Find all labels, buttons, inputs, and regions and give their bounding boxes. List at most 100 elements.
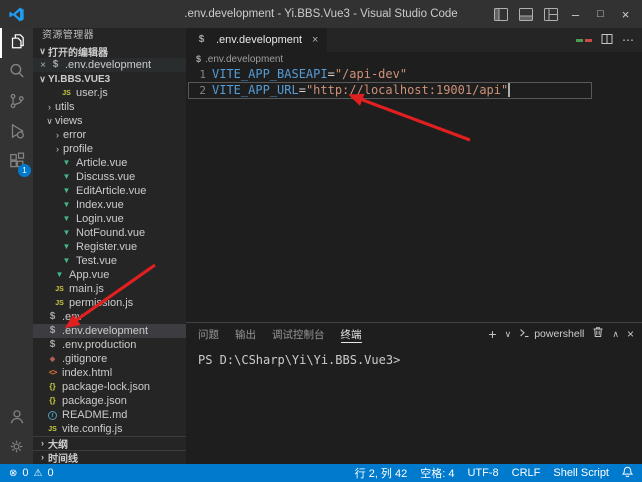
maximize-button[interactable]: □ bbox=[588, 2, 613, 26]
tab-label: .env.development bbox=[216, 34, 302, 46]
activity-run-debug-button[interactable] bbox=[0, 118, 33, 148]
warnings-count[interactable]: 0 bbox=[47, 467, 53, 479]
close-icon[interactable]: × bbox=[37, 60, 49, 71]
tree-item-App.vue[interactable]: ▼App.vue bbox=[33, 268, 186, 282]
tree-item-label: .gitignore bbox=[62, 353, 107, 365]
title-bar: .env.development - Yi.BBS.Vue3 - Visual … bbox=[0, 0, 642, 28]
tree-item-EditArticle.vue[interactable]: ▼EditArticle.vue bbox=[33, 184, 186, 198]
encoding[interactable]: UTF-8 bbox=[467, 467, 498, 479]
terminal-instance-label: powershell bbox=[534, 328, 584, 340]
explorer-sidebar: 资源管理器 ∨ 打开的编辑器 × $ .env.development ∨ YI… bbox=[33, 28, 186, 464]
open-editor-item[interactable]: × $ .env.development bbox=[33, 58, 186, 72]
toggle-panel-icon[interactable] bbox=[513, 2, 538, 26]
tree-item-label: views bbox=[55, 115, 83, 127]
tree-item-vite.config.js[interactable]: JSvite.config.js bbox=[33, 422, 186, 436]
activity-search-button[interactable] bbox=[0, 58, 33, 88]
account-button[interactable] bbox=[0, 404, 33, 434]
bottom-panel: 问题 输出 调试控制台 终端 + ∨ powershell bbox=[186, 322, 642, 464]
tree-item-.env.production[interactable]: $.env.production bbox=[33, 338, 186, 352]
tree-item-Login.vue[interactable]: ▼Login.vue bbox=[33, 212, 186, 226]
close-panel-icon[interactable]: × bbox=[627, 328, 634, 340]
tree-item-NotFound.vue[interactable]: ▼NotFound.vue bbox=[33, 226, 186, 240]
chevron-down-icon[interactable]: ∨ bbox=[505, 330, 512, 339]
activity-extensions-button[interactable]: 1 bbox=[0, 148, 33, 178]
terminal-instance-item[interactable]: powershell bbox=[519, 328, 584, 341]
tree-item-Register.vue[interactable]: ▼Register.vue bbox=[33, 240, 186, 254]
tree-item-.env[interactable]: $.env bbox=[33, 310, 186, 324]
split-editor-icon[interactable] bbox=[601, 33, 613, 48]
code-editor[interactable]: 1 VITE_APP_BASEAPI="/api-dev" 2 VITE_APP… bbox=[186, 66, 642, 322]
open-editors-header[interactable]: ∨ 打开的编辑器 bbox=[33, 44, 186, 58]
vue-icon: ▼ bbox=[60, 215, 73, 223]
line-number: 2 bbox=[186, 84, 206, 97]
new-terminal-icon[interactable]: + bbox=[488, 327, 496, 341]
tree-item-.env.development[interactable]: $.env.development bbox=[33, 324, 186, 338]
code-line[interactable]: 1 VITE_APP_BASEAPI="/api-dev" bbox=[186, 66, 642, 82]
panel-tab-terminal[interactable]: 终端 bbox=[341, 323, 362, 345]
terminal-prompt: PS D:\CSharp\Yi\Yi.BBS.Vue3> bbox=[198, 353, 400, 367]
files-icon bbox=[8, 32, 26, 55]
tree-item-Test.vue[interactable]: ▼Test.vue bbox=[33, 254, 186, 268]
tree-item-.gitignore[interactable]: ◆.gitignore bbox=[33, 352, 186, 366]
panel-tab-output[interactable]: 输出 bbox=[235, 323, 256, 345]
minimize-button[interactable]: – bbox=[563, 2, 588, 26]
status-bar: ⊗ 0 ⚠ 0 行 2, 列 42 空格: 4 UTF-8 CRLF Shell… bbox=[0, 464, 642, 482]
tree-item-main.js[interactable]: JSmain.js bbox=[33, 282, 186, 296]
tree-item-package.json[interactable]: {}package.json bbox=[33, 394, 186, 408]
close-window-button[interactable]: × bbox=[613, 2, 638, 26]
panel-tab-debug-console[interactable]: 调试控制台 bbox=[272, 323, 325, 345]
maximize-panel-icon[interactable]: ∧ bbox=[612, 330, 619, 339]
shell-icon: $ bbox=[195, 35, 208, 45]
js-icon: JS bbox=[53, 286, 66, 293]
tree-item-label: main.js bbox=[69, 283, 104, 295]
terminal[interactable]: PS D:\CSharp\Yi\Yi.BBS.Vue3> bbox=[186, 345, 642, 464]
source-control-icon bbox=[8, 92, 26, 115]
shell-icon: $ bbox=[196, 54, 201, 64]
project-section-header[interactable]: ∨ YI.BBS.VUE3 bbox=[33, 72, 186, 86]
breadcrumb-item[interactable]: .env.development bbox=[205, 54, 283, 65]
tab-env-development[interactable]: $ .env.development × bbox=[186, 28, 328, 52]
editor-group: $ .env.development × ⋯ $ .env.developmen… bbox=[186, 28, 642, 464]
tree-item-Index.vue[interactable]: ▼Index.vue bbox=[33, 198, 186, 212]
code-line[interactable]: 2 VITE_APP_URL="http://localhost:19001/a… bbox=[186, 82, 642, 98]
indentation[interactable]: 空格: 4 bbox=[420, 465, 454, 481]
eol-sequence[interactable]: CRLF bbox=[512, 467, 541, 479]
vscode-logo-icon bbox=[9, 7, 24, 22]
tree-item-views[interactable]: ∨views bbox=[33, 114, 186, 128]
tree-item-user.js[interactable]: JSuser.js bbox=[33, 86, 186, 100]
activity-source-control-button[interactable] bbox=[0, 88, 33, 118]
env-value: "/api-dev" bbox=[335, 67, 407, 81]
settings-button[interactable] bbox=[0, 434, 33, 464]
close-icon[interactable]: × bbox=[312, 34, 318, 46]
tree-item-label: NotFound.vue bbox=[76, 227, 145, 239]
tree-item-label: user.js bbox=[76, 87, 108, 99]
notifications-bell-icon[interactable] bbox=[622, 466, 633, 480]
tree-item-label: Login.vue bbox=[76, 213, 124, 225]
breadcrumb[interactable]: $ .env.development bbox=[186, 52, 642, 66]
timeline-section-header[interactable]: › 时间线 bbox=[33, 450, 186, 464]
language-mode[interactable]: Shell Script bbox=[553, 467, 609, 479]
tree-item-label: package-lock.json bbox=[62, 381, 150, 393]
toggle-sidebar-icon[interactable] bbox=[488, 2, 513, 26]
outline-section-header[interactable]: › 大纲 bbox=[33, 436, 186, 450]
warnings-icon: ⚠ bbox=[34, 468, 43, 479]
tree-item-index.html[interactable]: <>index.html bbox=[33, 366, 186, 380]
panel-tab-problems[interactable]: 问题 bbox=[198, 323, 219, 345]
tree-item-Discuss.vue[interactable]: ▼Discuss.vue bbox=[33, 170, 186, 184]
open-editors-label: 打开的编辑器 bbox=[48, 44, 108, 59]
more-actions-icon[interactable]: ⋯ bbox=[622, 33, 634, 47]
cursor-position[interactable]: 行 2, 列 42 bbox=[355, 465, 408, 481]
activity-explorer-button[interactable] bbox=[0, 28, 33, 58]
tree-item-permission.js[interactable]: JSpermission.js bbox=[33, 296, 186, 310]
tree-item-profile[interactable]: ›profile bbox=[33, 142, 186, 156]
kill-terminal-icon[interactable] bbox=[592, 325, 604, 343]
tree-item-utils[interactable]: ›utils bbox=[33, 100, 186, 114]
tree-item-Article.vue[interactable]: ▼Article.vue bbox=[33, 156, 186, 170]
json-icon: {} bbox=[46, 383, 59, 391]
errors-count[interactable]: 0 bbox=[22, 467, 28, 479]
tree-item-package-lock.json[interactable]: {}package-lock.json bbox=[33, 380, 186, 394]
git-icon: ◆ bbox=[46, 356, 59, 363]
tree-item-error[interactable]: ›error bbox=[33, 128, 186, 142]
tree-item-README.md[interactable]: iREADME.md bbox=[33, 408, 186, 422]
customize-layout-icon[interactable] bbox=[538, 2, 563, 26]
